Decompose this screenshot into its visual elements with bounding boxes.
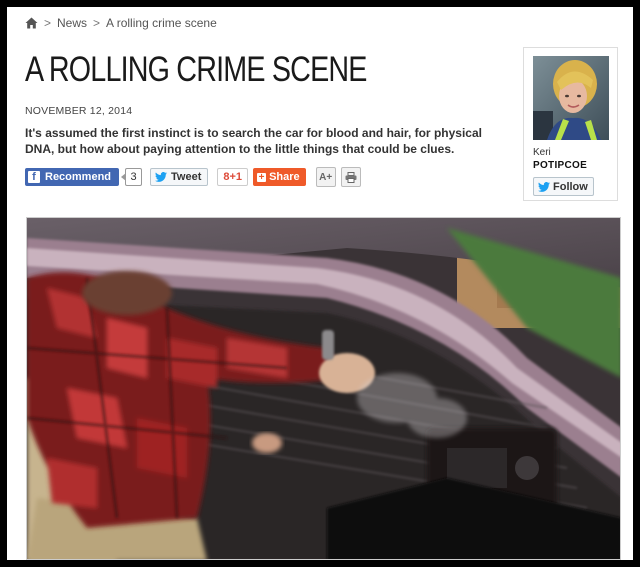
twitter-bird-icon — [155, 172, 168, 182]
print-icon — [345, 171, 357, 183]
share-bar: f Recommend 3 Tweet 8+1 + Share A+ — [25, 167, 361, 187]
article-page: > News > A rolling crime scene A ROLLING… — [7, 7, 633, 560]
twitter-bird-icon — [538, 181, 550, 192]
google-plus-button[interactable]: 8+1 — [217, 168, 249, 186]
print-button[interactable] — [340, 167, 361, 187]
plus-icon: + — [257, 171, 267, 183]
tweet-button[interactable]: Tweet — [150, 168, 209, 186]
author-box: Keri POTIPCOE Follow — [523, 47, 618, 201]
page-title: A ROLLING CRIME SCENE — [25, 50, 367, 89]
follow-button[interactable]: Follow — [533, 177, 594, 196]
facebook-icon: f — [28, 171, 40, 183]
author-last-name[interactable]: POTIPCOE — [533, 160, 587, 171]
follow-label: Follow — [553, 180, 588, 193]
breadcrumb-separator: > — [44, 16, 52, 30]
article-date: NOVEMBER 12, 2014 — [25, 105, 133, 117]
tweet-label: Tweet — [171, 171, 202, 183]
share-button[interactable]: + Share — [253, 168, 306, 186]
breadcrumb: > News > A rolling crime scene — [25, 16, 217, 30]
facebook-recommend-button[interactable]: f Recommend — [25, 168, 120, 186]
hero-image — [26, 217, 621, 560]
breadcrumb-separator: > — [93, 16, 101, 30]
breadcrumb-item-news[interactable]: News — [57, 16, 87, 30]
recommend-count: 3 — [121, 168, 143, 186]
breadcrumb-item-current: A rolling crime scene — [106, 16, 217, 30]
author-photo[interactable] — [533, 56, 609, 140]
article-summary: It's assumed the first instinct is to se… — [25, 126, 482, 156]
author-first-name[interactable]: Keri — [533, 147, 551, 158]
share-label: Share — [269, 171, 300, 183]
home-icon[interactable] — [25, 17, 38, 29]
font-size-button[interactable]: A+ — [315, 167, 336, 187]
recommend-label: Recommend — [45, 171, 112, 183]
